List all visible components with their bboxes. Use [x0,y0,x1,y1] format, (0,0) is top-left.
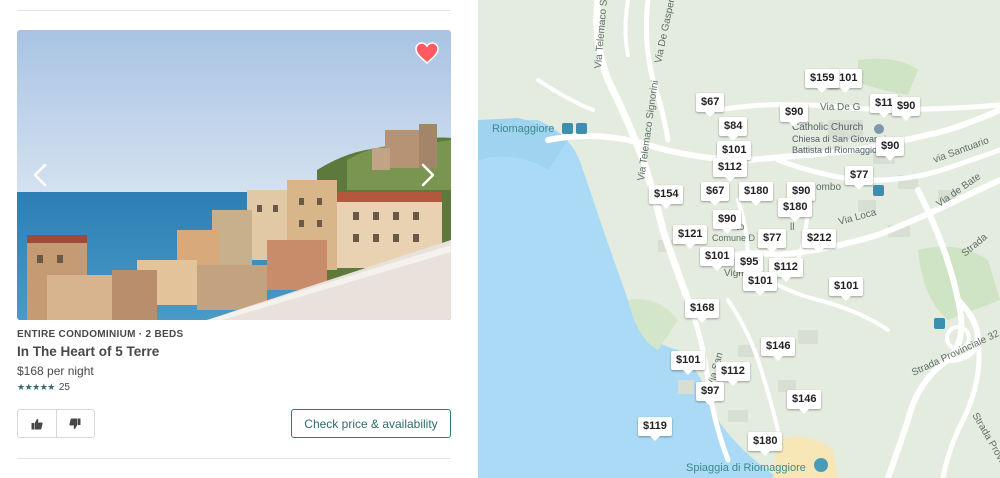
review-count: 25 [58,382,70,393]
bottom-divider [17,458,451,459]
listing-photo [17,30,451,320]
price-pin[interactable]: $154 [649,185,684,209]
price-pin[interactable]: $146 [787,390,822,414]
listing-photo-carousel[interactable] [17,30,451,320]
price-pin[interactable]: $212 [802,229,837,253]
price-pin[interactable]: $101 [671,351,706,375]
thumbs-up-button[interactable] [18,410,57,437]
bus-stop-icon[interactable] [934,318,945,329]
map-label-via-de-g: Via De G [820,102,861,113]
check-price-availability-button[interactable]: Check price & availability [291,409,451,438]
price-pin[interactable]: $146 [761,337,796,361]
map-label-ll: ll [790,222,795,233]
map-label-riomaggiore: Riomaggiore [492,123,555,135]
price-pin[interactable]: $180 [778,198,813,222]
bus-stop-icon[interactable] [873,185,884,196]
price-pin[interactable]: $90 [713,210,742,234]
map-label-church: Catholic Church [792,122,864,133]
top-divider [17,10,451,11]
thumbs-down-button[interactable] [57,410,95,437]
map-label-comune: Comune D [712,233,756,243]
price-pin[interactable]: $77 [845,166,874,190]
train-station-icon[interactable] [562,123,573,134]
price-pin[interactable]: $119 [638,417,672,441]
listing-type-label: ENTIRE CONDOMINIUM · 2 BEDS [17,329,184,340]
price-pin[interactable]: $95 [735,253,764,277]
price-pin[interactable]: $101 [700,247,735,271]
price-pin[interactable]: $67 [701,182,730,206]
price-pin[interactable]: $180 [739,182,774,206]
map-label-lombo: ombo [816,182,842,193]
listing-panel: ENTIRE CONDOMINIUM · 2 BEDS In The Heart… [0,0,478,478]
thumbs-up-icon [31,418,43,429]
map-label-church-sub2: Battista di Riomaggiore [792,145,886,155]
price-pin[interactable]: $97 [696,382,725,406]
map[interactable]: Riomaggiore Catholic Church Chiesa di Sa… [478,0,1000,478]
price-pin[interactable]: $112 [716,362,750,386]
price-pin[interactable]: $77 [758,229,787,253]
price-pin[interactable]: $101 [829,277,864,301]
chevron-right-icon[interactable] [407,155,447,195]
price-pin[interactable]: $90 [892,97,921,121]
price-pin[interactable]: $159 [805,69,840,93]
rating: ★★★★★ 25 [17,381,70,394]
price-pin[interactable]: $84 [719,117,748,141]
bus-stop-icon[interactable] [576,123,587,134]
listing-price: $168 per night [17,364,94,378]
vote-button-group [17,409,95,438]
listing-title[interactable]: In The Heart of 5 Terre [17,344,159,359]
star-rating-icon: ★★★★★ [17,382,55,392]
price-pin[interactable]: $101 [743,272,778,296]
price-pin[interactable]: $112 [713,158,747,182]
price-pin[interactable]: $90 [780,103,809,127]
price-pin[interactable]: $90 [876,137,905,161]
thumbs-down-icon [69,418,81,429]
map-label-church-sub1: Chiesa di San Giovanni [792,134,887,144]
heart-icon[interactable] [415,42,439,64]
price-pin[interactable]: $67 [696,93,725,117]
price-pin[interactable]: $180 [748,432,783,456]
price-pin[interactable]: $168 [685,299,720,323]
map-label-spiaggia: Spiaggia di Riomaggiore [686,462,806,474]
chevron-left-icon[interactable] [21,155,61,195]
price-pin[interactable]: $121 [673,225,708,249]
